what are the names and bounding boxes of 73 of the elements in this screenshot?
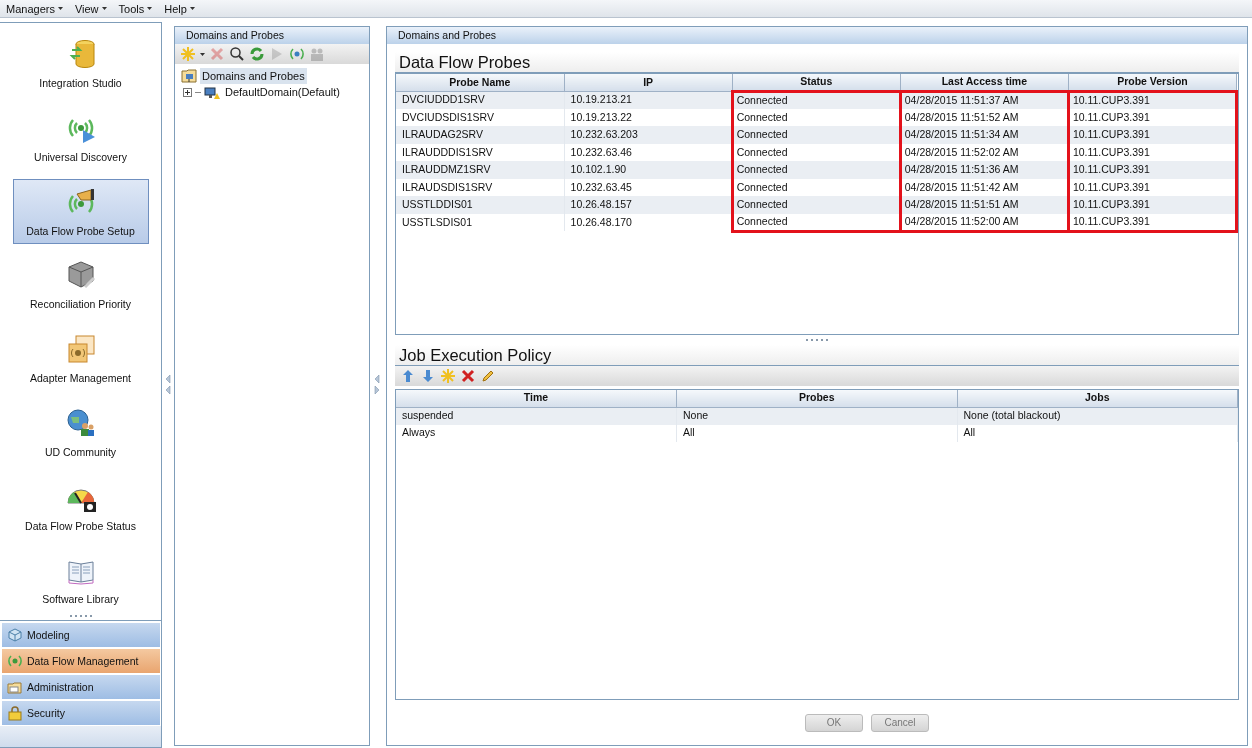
sidebar-item[interactable]: Integration Studio [12,31,149,97]
tree-item[interactable]: DefaultDomain(Default) [223,83,342,101]
column-header[interactable]: Probes [676,390,957,407]
folder-network-icon [181,68,197,84]
caret-icon [101,7,107,10]
table-cell: Connected [732,126,901,144]
sidebar-item[interactable]: Data Flow Probe Setup [12,178,149,245]
close-icon[interactable] [460,368,476,384]
sidebar-item[interactable]: UD Community [12,399,149,466]
table-cell: 10.26.48.157 [564,196,733,214]
table-cell: USSTLDDIS01 [396,196,565,214]
section-tab[interactable]: Modeling [2,623,160,648]
menu-item[interactable]: View [68,0,113,17]
broadcast-icon[interactable] [289,46,305,62]
column-header[interactable]: Probe Name [396,74,565,92]
column-header[interactable]: IP [564,74,733,92]
sidebar-item[interactable]: Software Library [12,547,149,613]
caret-icon [147,7,153,10]
table-cell: Connected [732,213,901,232]
table-cell: 10.11.CUP3.391 [1068,196,1237,214]
collapse-left-icon[interactable] [165,374,171,396]
table-cell: 04/28/2015 11:51:51 AM [900,196,1069,214]
table-cell: 04/28/2015 11:51:37 AM [900,91,1069,109]
caret-icon [189,7,195,10]
table-cell: ILRAUDDMZ1SRV [396,161,565,179]
menu-item[interactable]: Help [158,0,201,17]
server-icon [204,84,220,100]
section-tab[interactable]: Data Flow Management [2,649,160,674]
table-cell: Connected [732,91,901,109]
column-header[interactable]: Jobs [957,390,1238,407]
broadcast-icon [7,653,23,670]
table-cell: 10.11.CUP3.391 [1068,161,1237,179]
table-cell: All [676,424,957,442]
caret-icon [57,7,63,10]
grip-icon[interactable] [69,615,92,619]
pencil-icon[interactable] [480,368,496,384]
sidebar-item[interactable]: Data Flow Probe Status [12,473,149,540]
column-header[interactable]: Time [396,390,677,407]
menu-item[interactable]: Managers [0,0,69,17]
table-cell: All [957,424,1238,442]
tree-line [195,91,201,93]
table-cell: 10.102.1.90 [564,161,733,179]
search-icon[interactable] [229,46,245,62]
sidebar-item[interactable]: Universal Discovery [12,104,149,171]
table-cell: Always [396,424,677,442]
cube-icon [7,627,23,644]
table-cell: 10.11.CUP3.391 [1068,213,1237,232]
table-cell: Connected [732,161,901,179]
table-cell: 04/28/2015 11:51:36 AM [900,161,1069,179]
caret-icon[interactable] [200,52,205,56]
section-tab[interactable]: Security [2,701,160,726]
menu-item[interactable]: Tools [112,0,159,17]
table-cell: ILRAUDAG2SRV [396,126,565,144]
table-cell: 10.11.CUP3.391 [1068,126,1237,144]
folder-icon [7,679,23,696]
panel-title: Domains and Probes [387,27,1247,44]
table-cell: 04/28/2015 11:51:34 AM [900,126,1069,144]
panel-title: Domains and Probes [175,27,369,44]
sidebar-item[interactable]: Reconciliation Priority [12,252,149,318]
table-cell: USSTLSDIS01 [396,213,565,232]
lock-icon [7,705,23,722]
table-cell: Connected [732,196,901,214]
table-cell: 10.232.63.203 [564,126,733,144]
globe-people-icon [64,406,97,439]
expand-icon[interactable] [183,87,192,97]
table-cell: 10.11.CUP3.391 [1068,91,1237,109]
tree-item[interactable]: Domains and Probes [200,67,307,85]
table-cell: 10.26.48.170 [564,213,733,232]
section-tab[interactable]: Administration [2,675,160,700]
grip-icon[interactable] [806,338,828,342]
splitter-arrows-icon[interactable] [374,374,380,396]
sidebar-item[interactable]: Adapter Management [12,326,149,392]
table-cell: 04/28/2015 11:52:00 AM [900,213,1069,232]
